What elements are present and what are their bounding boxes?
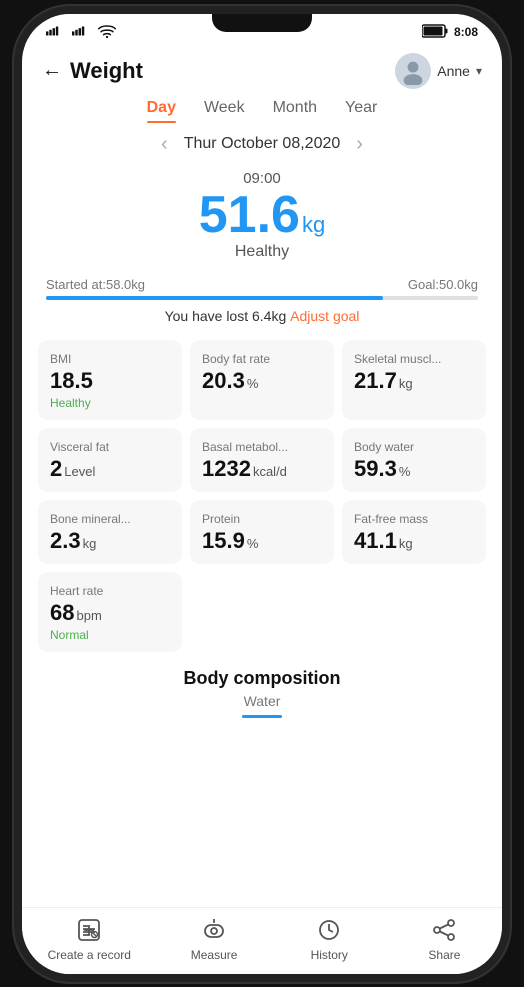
metric-skeletal-value: 21.7	[354, 368, 397, 394]
metric-bodywater-label: Body water	[354, 440, 476, 454]
metric-bodyfat-label: Body fat rate	[202, 352, 324, 366]
metric-skeletal[interactable]: Skeletal muscl... 21.7 kg	[342, 340, 486, 420]
date-navigation: ‹ Thur October 08,2020 ›	[22, 123, 502, 166]
metric-visceral-value: 2	[50, 456, 62, 482]
metric-bone-value: 2.3	[50, 528, 81, 554]
metric-bodyfat-unit: %	[247, 376, 259, 391]
nav-share[interactable]: Share	[412, 916, 476, 962]
metric-skeletal-unit: kg	[399, 376, 413, 391]
tab-week[interactable]: Week	[204, 99, 245, 123]
body-comp-subtitle: Water	[38, 693, 486, 709]
metric-fatfree-label: Fat-free mass	[354, 512, 476, 526]
metric-skeletal-label: Skeletal muscl...	[354, 352, 476, 366]
metric-bmi-value: 18.5	[50, 368, 93, 394]
metric-bodyfat-value: 20.3	[202, 368, 245, 394]
time-display: 8:08	[454, 25, 478, 39]
weight-lost-text: You have lost 6.4kg Adjust goal	[46, 308, 478, 324]
start-weight-label: Started at:58.0kg	[46, 277, 145, 292]
metric-bodywater-unit: %	[399, 464, 411, 479]
nav-history[interactable]: History	[297, 916, 361, 962]
metric-visceral-unit: Level	[64, 464, 95, 479]
signal-icon2	[72, 24, 90, 41]
user-name: Anne	[437, 63, 470, 79]
wifi-icon	[98, 24, 116, 41]
metric-bmr-unit: kcal/d	[253, 464, 287, 479]
metric-bodywater[interactable]: Body water 59.3 %	[342, 428, 486, 492]
metric-bmr-value: 1232	[202, 456, 251, 482]
metric-bmi-status: Healthy	[50, 396, 172, 410]
metric-heartrate-label: Heart rate	[50, 584, 172, 598]
body-composition-section: Body composition Water	[22, 652, 502, 734]
nav-share-label: Share	[428, 948, 460, 962]
nav-measure-label: Measure	[191, 948, 238, 962]
metric-protein-unit: %	[247, 536, 259, 551]
metric-protein-value: 15.9	[202, 528, 245, 554]
user-profile[interactable]: Anne ▾	[395, 53, 482, 89]
weight-value: 51.6	[199, 189, 300, 241]
metric-heartrate-status: Normal	[50, 628, 172, 642]
page-title: Weight	[70, 58, 143, 84]
adjust-goal-button[interactable]: Adjust goal	[290, 308, 359, 324]
metric-visceral[interactable]: Visceral fat 2 Level	[38, 428, 182, 492]
goal-weight-label: Goal:50.0kg	[408, 277, 478, 292]
avatar	[395, 53, 431, 89]
nav-create-label: Create a record	[48, 948, 131, 962]
share-icon	[430, 916, 458, 944]
nav-history-label: History	[311, 948, 348, 962]
tab-year[interactable]: Year	[345, 99, 377, 123]
metric-bmi[interactable]: BMI 18.5 Healthy	[38, 340, 182, 420]
battery-icon	[422, 24, 448, 41]
metric-heartrate-value: 68	[50, 600, 74, 626]
date-label: Thur October 08,2020	[184, 135, 341, 153]
period-tabs: Day Week Month Year	[22, 93, 502, 123]
measure-icon	[200, 916, 228, 944]
history-icon	[315, 916, 343, 944]
metric-bmi-label: BMI	[50, 352, 172, 366]
chevron-down-icon: ▾	[476, 64, 482, 78]
metric-bone-label: Bone mineral...	[50, 512, 172, 526]
main-scroll: ‹ Thur October 08,2020 › 09:00 51.6 kg H…	[22, 123, 502, 907]
prev-date-button[interactable]: ‹	[161, 133, 168, 156]
create-record-icon	[75, 916, 103, 944]
metric-protein-label: Protein	[202, 512, 324, 526]
tab-day[interactable]: Day	[147, 99, 176, 123]
network-info	[46, 24, 116, 41]
metric-bodyfat[interactable]: Body fat rate 20.3 %	[190, 340, 334, 420]
weight-section: 09:00 51.6 kg Healthy	[22, 166, 502, 269]
tab-month[interactable]: Month	[273, 99, 317, 123]
back-button[interactable]: ←	[42, 59, 62, 82]
metric-fatfree-value: 41.1	[354, 528, 397, 554]
body-comp-title: Body composition	[38, 668, 486, 689]
metric-fatfree-unit: kg	[399, 536, 413, 551]
page-header: ← Weight Anne ▾	[22, 45, 502, 93]
signal-icon	[46, 24, 64, 41]
weight-status: Healthy	[235, 243, 289, 261]
weight-unit: kg	[302, 212, 325, 238]
metric-heartrate[interactable]: Heart rate 68 bpm Normal	[38, 572, 182, 652]
metric-protein[interactable]: Protein 15.9 %	[190, 500, 334, 564]
battery-time: 8:08	[422, 24, 478, 41]
nav-create-record[interactable]: Create a record	[48, 916, 131, 962]
metric-visceral-label: Visceral fat	[50, 440, 172, 454]
progress-bar	[46, 296, 478, 300]
metrics-grid: BMI 18.5 Healthy Body fat rate 20.3 % Sk…	[22, 328, 502, 652]
progress-section: Started at:58.0kg Goal:50.0kg You have l…	[22, 269, 502, 328]
metric-bone[interactable]: Bone mineral... 2.3 kg	[38, 500, 182, 564]
metric-bodywater-value: 59.3	[354, 456, 397, 482]
metric-bone-unit: kg	[83, 536, 97, 551]
bottom-navigation: Create a record Measure History	[22, 907, 502, 974]
next-date-button[interactable]: ›	[356, 133, 363, 156]
progress-fill	[46, 296, 383, 300]
metric-bmr-label: Basal metabol...	[202, 440, 324, 454]
measurement-time: 09:00	[243, 170, 281, 187]
metric-heartrate-unit: bpm	[76, 608, 101, 623]
nav-measure[interactable]: Measure	[182, 916, 246, 962]
metric-fatfree[interactable]: Fat-free mass 41.1 kg	[342, 500, 486, 564]
metric-bmr[interactable]: Basal metabol... 1232 kcal/d	[190, 428, 334, 492]
